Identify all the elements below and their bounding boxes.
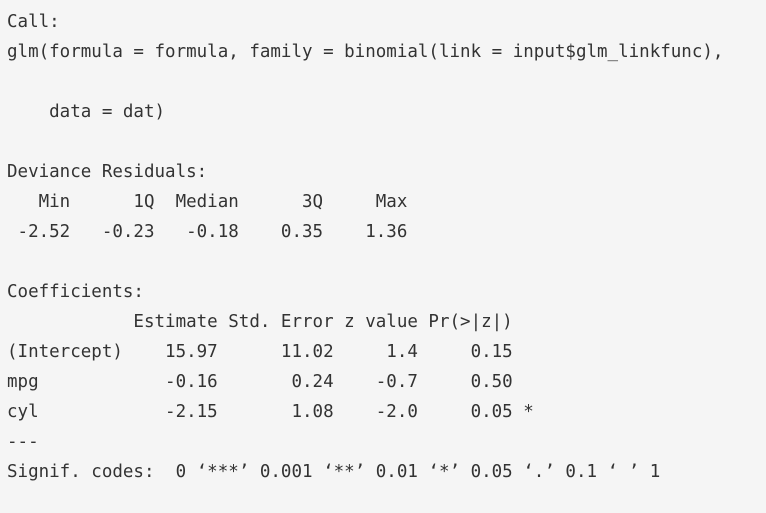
- deviance-residuals-header: Deviance Residuals:: [7, 162, 208, 182]
- residuals-column-headers: Min 1Q Median 3Q Max: [7, 192, 408, 212]
- residuals-values: -2.52 -0.23 -0.18 0.35 1.36: [7, 222, 408, 242]
- call-header: Call:: [7, 12, 60, 32]
- coef-row-intercept: (Intercept) 15.97 11.02 1.4 0.15: [7, 342, 513, 362]
- coef-row-mpg: mpg -0.16 0.24 -0.7 0.50: [7, 372, 513, 392]
- coefficients-header: Coefficients:: [7, 282, 144, 302]
- coefficients-column-headers: Estimate Std. Error z value Pr(>|z|): [7, 312, 513, 332]
- signif-codes-line: Signif. codes: 0 ‘***’ 0.001 ‘**’ 0.01 ‘…: [7, 462, 661, 482]
- r-console-output: Call: glm(formula = formula, family = bi…: [0, 0, 766, 513]
- call-formula-line: glm(formula = formula, family = binomial…: [7, 42, 724, 62]
- call-data-line: data = dat): [7, 102, 166, 122]
- separator-line: ---: [7, 432, 39, 452]
- coef-row-cyl: cyl -2.15 1.08 -2.0 0.05 *: [7, 402, 534, 422]
